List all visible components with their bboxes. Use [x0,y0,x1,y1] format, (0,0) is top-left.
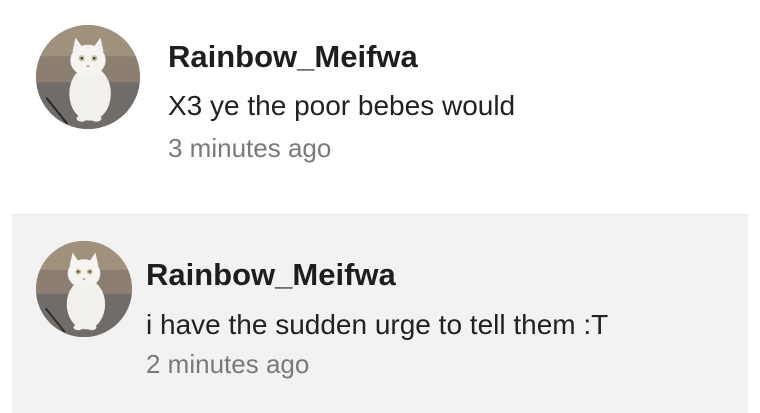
comment-username[interactable]: Rainbow_Meifwa [146,257,396,293]
comment-message: X3 ye the poor bebes would [168,90,516,121]
comment-timestamp: 2 minutes ago [146,349,310,379]
avatar[interactable] [36,241,132,337]
comment-timestamp: 3 minutes ago [168,133,332,163]
avatar[interactable] [36,25,140,129]
white-cat-avatar-icon [36,241,132,337]
comment-message: i have the sudden urge to tell them :T [146,309,609,340]
white-cat-avatar-icon [36,25,140,129]
comment-username[interactable]: Rainbow_Meifwa [168,39,418,75]
comment-item-highlighted[interactable]: Rainbow_Meifwa i have the sudden urge to… [12,214,748,413]
comment-item[interactable]: Rainbow_Meifwa X3 ye the poor bebes woul… [0,0,760,208]
